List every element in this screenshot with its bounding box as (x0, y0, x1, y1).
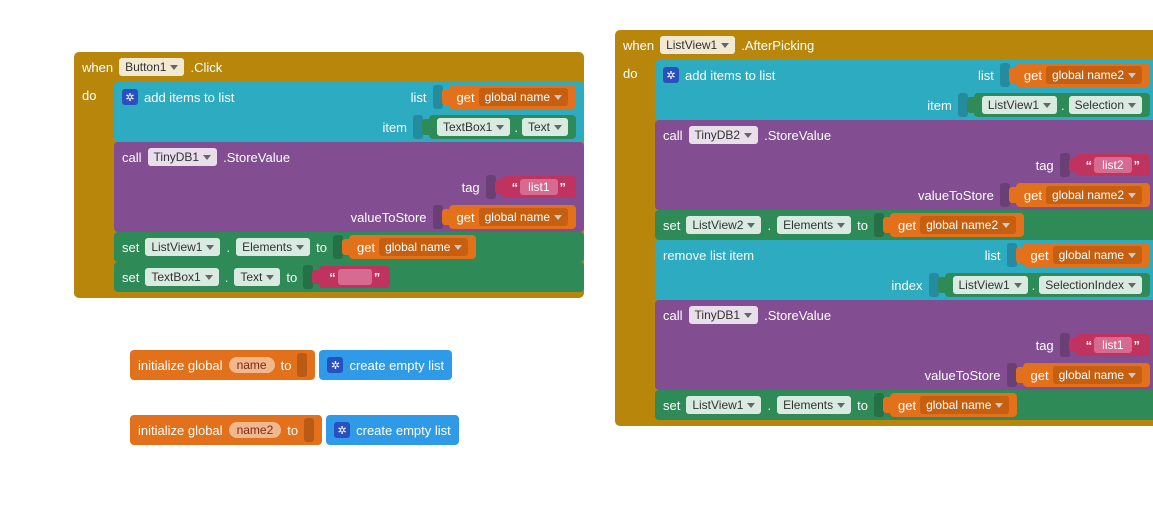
gear-icon[interactable]: ✲ (122, 89, 138, 105)
textbox-dropdown[interactable]: TextBox1 (437, 118, 510, 136)
var-dropdown[interactable]: global name (479, 88, 568, 106)
set-listview1-elements[interactable]: set ListView1 . Elements to get global n… (114, 232, 584, 262)
set-textbox1-text[interactable]: set TextBox1 . Text to “ ” (114, 262, 584, 292)
set-listview2-elements[interactable]: set ListView2 . Elements to getglobal na… (655, 210, 1153, 240)
remove-list-item-block[interactable]: remove list item list getglobal name ind… (655, 240, 1153, 300)
call-tinydb1-storevalue[interactable]: call TinyDB1 .StoreValue tag “ list1 ” v… (114, 142, 584, 232)
init-global-name[interactable]: initialize global name to ✲ create empty… (130, 350, 452, 380)
add-items-to-list-block-2[interactable]: ✲ add items to list list get global name… (655, 60, 1153, 120)
gear-icon[interactable]: ✲ (327, 357, 343, 373)
add-items-label: add items to list (144, 90, 234, 105)
tag-label: tag (462, 180, 480, 195)
empty-string-block[interactable]: “ ” (319, 266, 390, 288)
get-global-name[interactable]: get global name (449, 85, 576, 109)
add-items-to-list-block[interactable]: ✲ add items to list list get global name… (114, 82, 584, 142)
init-global-name2[interactable]: initialize global name2 to ✲ create empt… (130, 415, 459, 445)
tinydb1-dropdown[interactable]: TinyDB1 (148, 148, 218, 166)
call-tinydb2-storevalue[interactable]: call TinyDB2 .StoreValue tag “list2” val… (655, 120, 1153, 210)
tag-string-block[interactable]: “ list1 ” (502, 176, 576, 198)
get-global-name-2[interactable]: get global name (449, 205, 576, 229)
listview1-selectionindex[interactable]: ListView1 . SelectionIndex (945, 273, 1151, 297)
get-global-name-3[interactable]: get global name (349, 235, 476, 259)
button-dropdown[interactable]: Button1 (119, 58, 184, 76)
item-arg-label: item (382, 120, 407, 135)
set-listview1-elements-2[interactable]: set ListView1 . Elements to getglobal na… (655, 390, 1153, 420)
textbox-text-block[interactable]: TextBox1 . Text (429, 115, 576, 139)
event-suffix: .Click (190, 60, 222, 75)
gear-icon[interactable]: ✲ (334, 422, 350, 438)
text-prop-dropdown[interactable]: Text (522, 118, 568, 136)
call-tinydb1-storevalue-2[interactable]: call TinyDB1 .StoreValue tag “list1” val… (655, 300, 1153, 390)
when-button-click-block[interactable]: when Button1 .Click do ✲ add items to li… (74, 52, 584, 298)
when-listview1-afterpicking-block[interactable]: when ListView1 .AfterPicking do ✲ add it… (615, 30, 1153, 426)
list-arg-label: list (411, 90, 427, 105)
when-label: when (82, 60, 113, 75)
gear-icon[interactable]: ✲ (663, 67, 679, 83)
do-label: do (82, 88, 96, 103)
listview1-selection[interactable]: ListView1 . Selection (974, 93, 1150, 117)
listview1-dropdown[interactable]: ListView1 (660, 36, 735, 54)
valuetostore-label: valueToStore (351, 210, 427, 225)
get-global-name2[interactable]: get global name2 (1016, 63, 1150, 87)
